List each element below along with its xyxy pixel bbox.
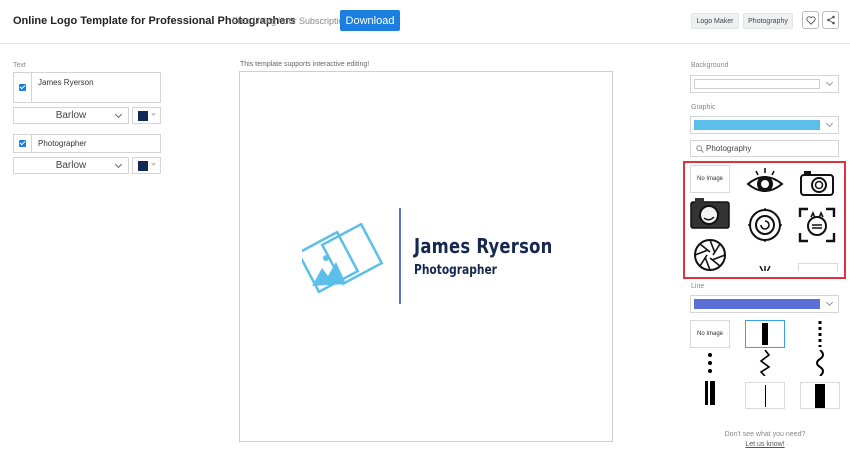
text-1-font-select[interactable]: Barlow [13, 107, 129, 124]
graphic-label: Graphic [691, 104, 716, 111]
thin-line-icon [764, 384, 766, 407]
tag-photography[interactable]: Photography [743, 13, 793, 29]
graphic-color-swatch [694, 120, 820, 130]
line-option-thick-bar[interactable] [800, 382, 840, 409]
search-value: Photography [706, 144, 752, 153]
text-1-font-value: Barlow [55, 110, 87, 121]
line-color-swatch [694, 299, 820, 309]
line-label: Line [691, 283, 705, 290]
dotted-line-icon [818, 321, 822, 347]
camera-icon [800, 171, 834, 196]
graphic-option-lens[interactable] [744, 205, 786, 245]
subscription-note: Free Using Your Subscription! [232, 16, 352, 26]
line-option-zigzag[interactable] [745, 349, 785, 377]
graphic-option-camera[interactable] [796, 165, 838, 201]
search-icon [696, 145, 704, 153]
top-bar: Online Logo Template for Professional Ph… [0, 0, 850, 44]
graphic-option-partial-2[interactable] [798, 263, 838, 271]
text-1-checkbox[interactable] [19, 84, 26, 91]
background-label: Background [691, 62, 729, 69]
download-button[interactable]: Download [340, 10, 400, 31]
graphic-search-input[interactable]: Photography [690, 140, 839, 157]
background-color-swatch [694, 79, 820, 89]
eye-aperture-icon [746, 168, 784, 192]
text-2-checkbox[interactable] [19, 140, 26, 147]
graphic-option-face-focus[interactable] [796, 205, 838, 245]
help-text: Don't see what you need? [724, 431, 806, 438]
text-2-font-select[interactable]: Barlow [13, 157, 129, 174]
share-icon [826, 15, 835, 25]
feedback-link[interactable]: Let us know! [700, 441, 830, 448]
graphic-option-aperture[interactable] [688, 237, 732, 271]
graphic-option-camera-filled[interactable] [688, 195, 732, 231]
line-no-image[interactable]: No Image [690, 320, 730, 348]
line-option-solid-bar[interactable] [745, 320, 785, 348]
logo-canvas[interactable]: James Ryerson Photographer [239, 71, 613, 442]
text-2-input[interactable]: Photographer [38, 139, 86, 148]
text-1-input[interactable]: James Ryerson [38, 78, 94, 87]
line-color-select[interactable] [690, 295, 839, 313]
chevron-down-icon [151, 111, 156, 116]
heart-icon [805, 15, 816, 25]
zigzag-icon [759, 350, 771, 376]
thick-bar-icon [815, 383, 825, 408]
chevron-down-icon [114, 160, 123, 169]
graphic-option-partial[interactable] [752, 263, 778, 271]
line-option-thin[interactable] [745, 382, 785, 409]
text-section-label: Text [13, 62, 26, 69]
solid-bar-icon [762, 323, 768, 345]
graphic-color-select[interactable] [690, 116, 839, 134]
background-color-select[interactable] [690, 75, 839, 93]
line-option-dotted[interactable] [800, 320, 840, 348]
logo-name[interactable]: James Ryerson [414, 234, 553, 258]
text-item-2: Photographer [13, 134, 161, 153]
text-2-color-swatch [138, 161, 148, 171]
chevron-down-icon [825, 78, 834, 87]
text-item-1: James Ryerson [13, 72, 161, 103]
face-focus-icon [798, 207, 836, 243]
text-2-color-select[interactable] [132, 157, 161, 174]
camera-filled-icon [690, 198, 730, 229]
line-option-double-bar[interactable] [690, 379, 730, 407]
dots-icon [708, 353, 712, 373]
double-bar-icon [705, 381, 708, 405]
wavy-icon [816, 350, 824, 376]
logo-divider [399, 208, 401, 304]
chevron-down-icon [825, 119, 834, 128]
tag-logo-maker[interactable]: Logo Maker [691, 13, 739, 29]
burst-icon [759, 265, 771, 271]
graphic-gallery: No Image [686, 163, 844, 271]
chevron-down-icon [825, 298, 834, 307]
chevron-down-icon [151, 161, 156, 166]
line-option-wavy[interactable] [800, 349, 840, 377]
text-1-color-swatch [138, 111, 148, 121]
graphic-no-image[interactable]: No Image [690, 165, 730, 193]
chevron-down-icon [114, 110, 123, 119]
lens-icon [748, 208, 782, 242]
favorite-button[interactable] [802, 11, 819, 29]
share-button[interactable] [822, 11, 839, 29]
graphic-option-eye[interactable] [744, 163, 786, 203]
photo-frames-icon [302, 222, 384, 294]
interactive-notice: This template supports interactive editi… [240, 61, 370, 68]
text-2-font-value: Barlow [55, 160, 87, 171]
text-1-color-select[interactable] [132, 107, 161, 124]
logo-tagline[interactable]: Photographer [414, 263, 497, 278]
line-option-dots[interactable] [690, 349, 730, 377]
aperture-icon [694, 239, 726, 271]
